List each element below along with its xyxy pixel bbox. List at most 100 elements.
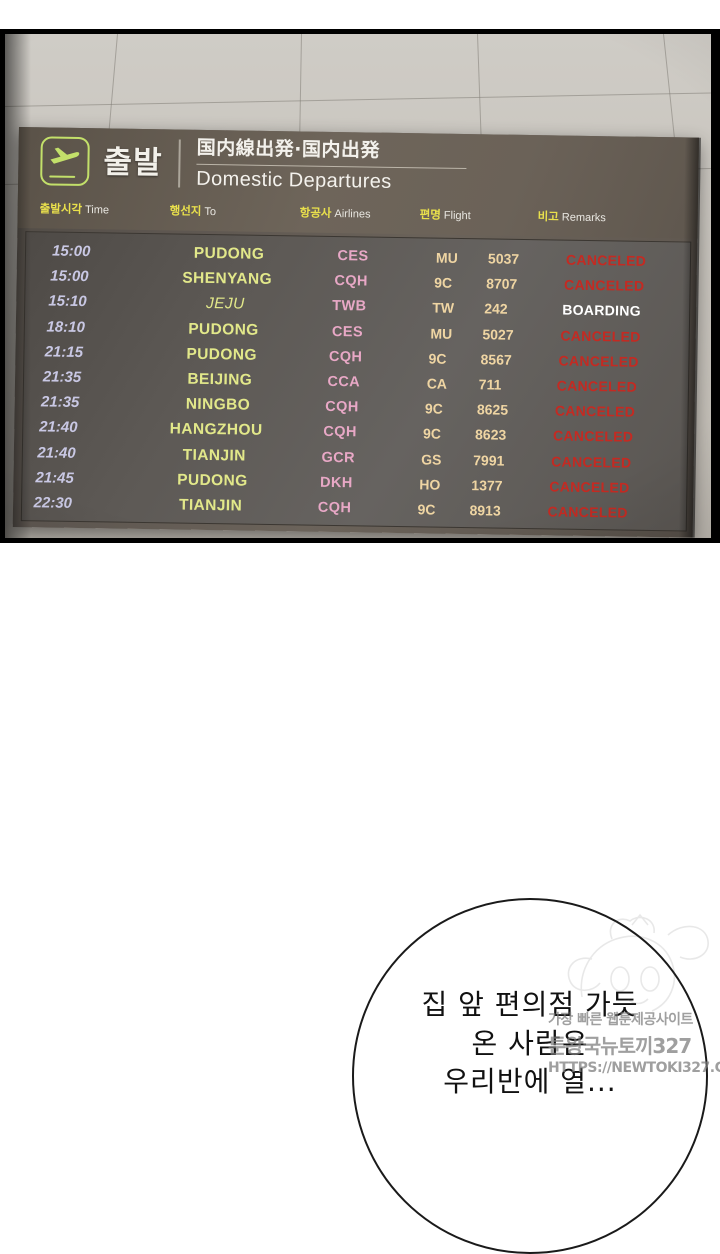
status-badge: CANCELED: [547, 503, 628, 521]
column-header-remarks-kr: 비고: [537, 211, 559, 224]
flight-destination: HANGZHOU: [169, 420, 263, 440]
status-badge: BOARDING: [562, 301, 642, 320]
column-header-airlines-en: Airlines: [334, 207, 371, 221]
flight-code: 9C: [428, 350, 447, 367]
flight-airline: CQH: [328, 348, 363, 366]
status-badge: CANCELED: [551, 452, 632, 471]
flight-destination: TIANJIN: [182, 446, 246, 465]
flight-time: 21:15: [44, 343, 84, 361]
flight-code: 9C: [424, 400, 443, 417]
flight-airline: CQH: [325, 399, 359, 416]
flight-destination: JEJU: [205, 295, 245, 313]
status-badge: CANCELED: [556, 377, 638, 395]
flight-code: MU: [435, 249, 458, 266]
flight-airline: GCR: [321, 449, 356, 466]
flight-destination: NINGBO: [185, 395, 251, 414]
title-divider: [178, 139, 181, 188]
status-badge: CANCELED: [558, 352, 639, 370]
flight-code: 9C: [417, 501, 436, 518]
status-badge: CANCELED: [554, 402, 636, 420]
column-header-airlines: 항공사 Airlines: [300, 203, 371, 222]
column-header-to: 행선지 To: [170, 201, 217, 220]
board-title-row: 출발 国内線出発·国内出発 Domestic Departures: [40, 134, 467, 194]
column-header-remarks: 비고 Remarks: [538, 207, 606, 226]
speech-bubble: 집 앞 편의점 가듯 온 사람은 우리반에 열...: [352, 898, 708, 1254]
flight-code: MU: [430, 325, 453, 342]
flight-number: 1377: [471, 476, 503, 494]
flight-destination: PUDONG: [193, 244, 265, 263]
flight-code: HO: [419, 476, 441, 493]
photo-left-shadow: [5, 34, 31, 538]
runway-line: [49, 175, 76, 179]
flight-airline: CES: [331, 323, 364, 341]
flight-destination: BEIJING: [187, 370, 253, 389]
flight-time: 21:40: [38, 418, 78, 437]
flight-table: 15:00 PUDONG CES MU 5037 CANCELED 15:00 SHENYAN…: [20, 231, 692, 532]
flight-time: 21:45: [35, 469, 74, 487]
status-badge: CANCELED: [560, 327, 641, 345]
board-title-translations: 国内線出発·国内出発 Domestic Departures: [196, 137, 467, 195]
column-header-flight: 편명 Flight: [420, 205, 471, 224]
flight-airline: CQH: [323, 424, 357, 441]
flight-airline: CQH: [317, 499, 352, 517]
flight-number: 8707: [486, 275, 518, 293]
photo-inner: 출발 国内線出発·国内出発 Domestic Departures 출발시각 Ti…: [5, 34, 711, 538]
board-title-en: Domestic Departures: [196, 167, 392, 193]
flight-code: GS: [421, 450, 442, 468]
bubble-line-3: 우리반에 열...: [443, 1065, 617, 1099]
column-header-remarks-en: Remarks: [561, 211, 606, 225]
flight-destination: PUDONG: [188, 320, 259, 339]
column-header-airlines-kr: 항공사: [299, 207, 332, 220]
status-badge: CANCELED: [549, 478, 630, 496]
flight-destination: TIANJIN: [178, 496, 243, 515]
flight-airline: CQH: [334, 273, 368, 290]
flight-airline: TWB: [332, 298, 367, 315]
speech-bubble-text: 집 앞 편의점 가듯 온 사람은 우리반에 열...: [354, 986, 706, 1102]
flight-time: 18:10: [46, 318, 86, 336]
column-header-time-en: Time: [84, 204, 110, 217]
column-header-to-en: To: [204, 205, 217, 219]
flight-destination: PUDONG: [186, 345, 257, 364]
flight-time: 15:10: [48, 292, 87, 311]
flight-number: 8567: [480, 351, 512, 368]
flight-time: 15:00: [50, 267, 89, 286]
flight-code: 9C: [434, 274, 453, 292]
flight-number: 242: [484, 300, 508, 318]
flight-destination: PUDONG: [177, 471, 248, 490]
column-header-to-kr: 행선지: [169, 205, 202, 218]
board-title-kr: 출발: [103, 144, 163, 181]
flight-airline: DKH: [319, 474, 353, 492]
flight-airline: CCA: [327, 373, 361, 391]
flight-code: 9C: [422, 425, 442, 443]
departure-board: 출발 国内線出発·国内出発 Domestic Departures 출발시각 Ti…: [12, 127, 701, 538]
flight-number: 7991: [473, 451, 505, 469]
flight-number: 8913: [469, 502, 501, 519]
board-title-jp: 国内線出発·国内出発: [196, 136, 381, 162]
flight-time: 22:30: [33, 494, 73, 512]
flight-destination: SHENYANG: [182, 269, 273, 289]
flight-time: 21:35: [42, 368, 82, 387]
departure-plane-icon: [40, 136, 90, 187]
flight-number: 5037: [487, 250, 520, 267]
column-header-flight-kr: 편명: [419, 209, 441, 222]
flight-number: 5027: [482, 325, 514, 343]
flight-time: 21:35: [40, 393, 80, 412]
flight-number: 8625: [476, 401, 509, 418]
column-header-time: 출발시각 Time: [40, 199, 110, 218]
airport-photo-panel: 출발 国内線出発·国内出発 Domestic Departures 출발시각 Ti…: [0, 29, 720, 543]
column-header-flight-en: Flight: [443, 209, 471, 223]
status-badge: CANCELED: [564, 276, 645, 295]
bubble-line-2: 온 사람은: [471, 1026, 589, 1060]
status-badge: CANCELED: [565, 251, 647, 269]
flight-code: TW: [432, 299, 455, 317]
flight-airline: CES: [337, 248, 369, 265]
webtoon-page: 출발 国内線出発·国内出発 Domestic Departures 출발시각 Ti…: [0, 0, 720, 1254]
status-badge: CANCELED: [552, 427, 634, 446]
flight-code: CA: [426, 375, 448, 392]
flight-number: 711: [478, 376, 502, 393]
flight-number: 8623: [474, 426, 507, 444]
bubble-line-1: 집 앞 편의점 가듯: [421, 988, 639, 1021]
column-header-time-kr: 출발시각: [39, 203, 83, 216]
board-header: 출발 国内線出発·国内出発 Domestic Departures 출발시각 Ti…: [17, 127, 699, 239]
flight-time: 21:40: [37, 443, 76, 462]
